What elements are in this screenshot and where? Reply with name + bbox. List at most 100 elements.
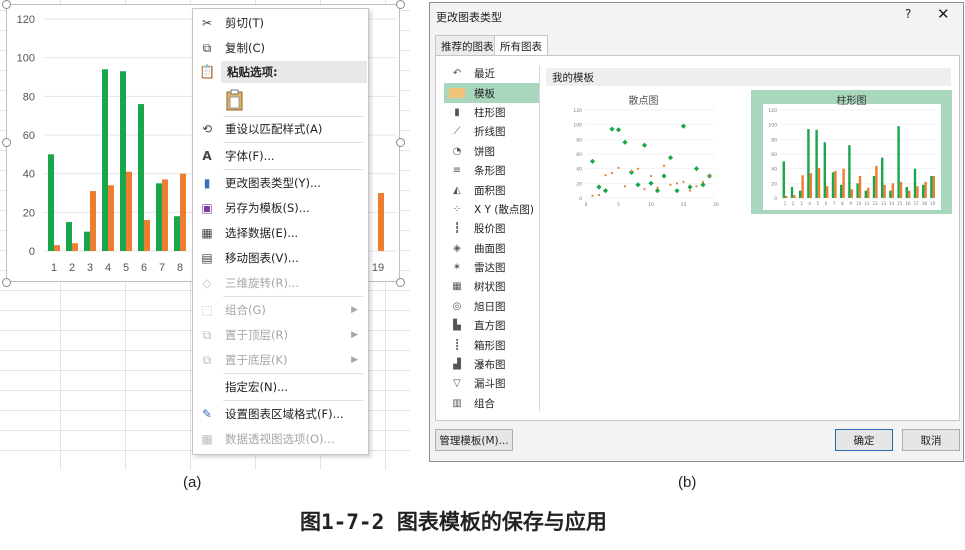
bar-chart-icon: ≡ [452,165,462,177]
chart-type-label: 模板 [474,87,495,100]
menu-label: 指定宏(N)... [225,380,289,394]
menu-item-cut[interactable]: ✂ 剪切(T) [193,11,368,35]
menu-item-send-to-back: ⧉ 置于底层(K) ▶ [193,348,368,372]
reset-style-icon: ⟲ [201,122,213,136]
menu-label: 置于顶层(R) [225,328,288,342]
undo-icon: ↶ [452,68,462,80]
preview-x-tick-label: 15 [897,201,903,206]
preview-bar-series-2 [826,186,829,198]
chart-type-item[interactable]: ┇ 股价图 [444,219,539,238]
bar-series-2-cat-4 [108,185,114,251]
menu-item-reset-style[interactable]: ⟲ 重设以匹配样式(A) [193,117,368,141]
resize-handle-br[interactable] [396,278,405,287]
close-button[interactable]: ✕ [937,5,950,23]
chart-type-item[interactable]: ⁘ X Y (散点图) [444,200,539,219]
chart-type-item[interactable]: ≡ 条形图 [444,161,539,180]
preview-bar-series-1 [790,187,794,198]
menu-item-copy[interactable]: ⧉ 复制(C) [193,36,368,60]
resize-handle-mr[interactable] [396,138,405,147]
chart-type-item[interactable]: ▭ 模板 [444,83,539,103]
chart-type-item[interactable]: ◔ 饼图 [444,142,539,161]
menu-item-bring-to-front: ⧉ 置于顶层(R) ▶ [193,323,368,347]
bar-series-1-cat-8 [174,216,180,251]
menu-item-move-chart[interactable]: ▤ 移动图表(V)... [193,246,368,270]
chart-type-label: 折线图 [474,126,506,139]
y-tick-label: 120 [17,14,35,26]
help-button[interactable]: ? [905,7,911,21]
chart-type-item[interactable]: ▮ 柱形图 [444,103,539,122]
change-chart-type-dialog: 更改图表类型 ? ✕ 推荐的图表 所有图表 ↶ 最近 ▭ 模板 ▮ 柱形图 ⟋ 折线图 ◔ 饼图 ≡… [429,2,964,462]
chart-type-item[interactable]: ✶ 雷达图 [444,258,539,277]
scatter-point-series-2 [591,194,594,197]
chart-type-item[interactable]: ⟋ 折线图 [444,122,539,141]
chart-type-list: ↶ 最近 ▭ 模板 ▮ 柱形图 ⟋ 折线图 ◔ 饼图 ≡ 条形图 ◭ 面积图 ⁘ X Y (散点图) ┇ 股价图 ◈… [444,64,539,413]
chart-type-item[interactable]: ┋ 箱形图 [444,335,539,354]
chart-type-label: 面积图 [474,184,506,197]
scatter-point-series-2 [610,171,614,175]
chart-type-label: 雷达图 [474,262,506,275]
resize-handle-bl[interactable] [2,278,11,287]
menu-item-font[interactable]: A 字体(F)... [193,144,368,168]
surface-chart-icon: ◈ [453,242,461,254]
menu-item-select-data[interactable]: ▦ 选择数据(E)... [193,221,368,245]
tab-recommended-charts[interactable]: 推荐的图表 [435,35,500,55]
x-tick-label: 2 [69,262,75,274]
resize-handle-ml[interactable] [2,138,11,147]
preview-x-tick-label: 13 [881,201,887,206]
column-chart-icon: ▮ [454,106,460,118]
chart-type-icon: ▮ [203,176,211,190]
ok-button[interactable]: 确定 [835,429,893,451]
chart-type-item[interactable]: ▽ 漏斗图 [444,374,539,393]
tab-all-charts[interactable]: 所有图表 [494,35,548,56]
y-tick-label: 60 [23,130,35,142]
preview-x-tick-label: 5 [617,202,620,208]
y-tick-label: 100 [17,53,35,65]
chart-type-item[interactable]: ▟ 瀑布图 [444,355,539,374]
preview-y-tick-label: 0 [579,196,582,202]
menu-item-save-template[interactable]: ▣ 另存为模板(S)... [193,196,368,220]
chart-type-item[interactable]: ▦ 树状图 [444,277,539,296]
chart-type-item[interactable]: ◎ 旭日图 [444,297,539,316]
menu-item-change-chart-type[interactable]: ▮ 更改图表类型(Y)... [193,171,368,195]
preview-x-tick-label: 5 [817,201,820,206]
preview-bar-series-1 [922,184,925,198]
preview-bar-series-2 [891,183,894,198]
chart-type-item[interactable]: ↶ 最近 [444,64,539,83]
scatter-point-series-2 [623,185,627,188]
x-tick-label: 1 [51,262,57,274]
chart-type-item[interactable]: ◭ 面积图 [444,180,539,199]
preview-bar-series-1 [848,145,851,198]
preview-x-tick-label: 1 [784,201,787,206]
chart-type-item[interactable]: ◈ 曲面图 [444,239,539,258]
menu-label: 剪切(T) [225,16,264,30]
resize-handle-tr[interactable] [396,0,405,9]
preview-bar-series-2 [793,195,796,198]
bring-front-icon: ⧉ [202,327,212,342]
chart-type-label: 树状图 [474,281,506,294]
preview-bar-series-1 [840,184,843,198]
chart-type-label: 条形图 [474,165,506,178]
paste-option-button[interactable] [225,89,245,111]
menu-item-assign-macro[interactable]: 指定宏(N)... [193,375,368,399]
chart-type-item[interactable]: ▙ 直方图 [444,316,539,335]
menu-label: 组合(G) [225,303,266,317]
preview-bar-series-1 [889,190,892,198]
preview-x-tick-label: 7 [833,201,836,206]
preview-x-tick-label: 3 [800,201,803,206]
manage-templates-button[interactable]: 管理模板(M)... [435,429,513,451]
scatter-point-series-2 [675,182,679,185]
resize-handle-tl[interactable] [2,0,11,9]
scatter-point-series-2 [708,174,711,178]
menu-label: 重设以匹配样式(A) [225,122,323,136]
menu-item-format-chart-area[interactable]: ✎ 设置图表区域格式(F)... [193,402,368,426]
scissors-icon: ✂ [201,16,213,30]
preview-bar-series-2 [817,167,821,198]
chart-type-item[interactable]: ▥ 组合 [444,394,539,413]
template-thumbnail-bar[interactable]: 柱形图 0 20 40 60 80 100 120 1 2 3 4 5 6 7 8 9 10 11 12 13 14 15… [751,90,952,214]
template-thumbnail-scatter[interactable]: 散点图 0 20 40 60 80 100 120 0 5 10 15 20 [556,90,731,214]
cancel-button[interactable]: 取消 [902,429,960,451]
paste-options-header: 粘贴选项: [221,61,367,83]
submenu-arrow-icon: ▶ [351,330,358,340]
preview-y-tick-label: 80 [576,137,582,143]
preview-y-tick-label: 100 [768,123,777,129]
